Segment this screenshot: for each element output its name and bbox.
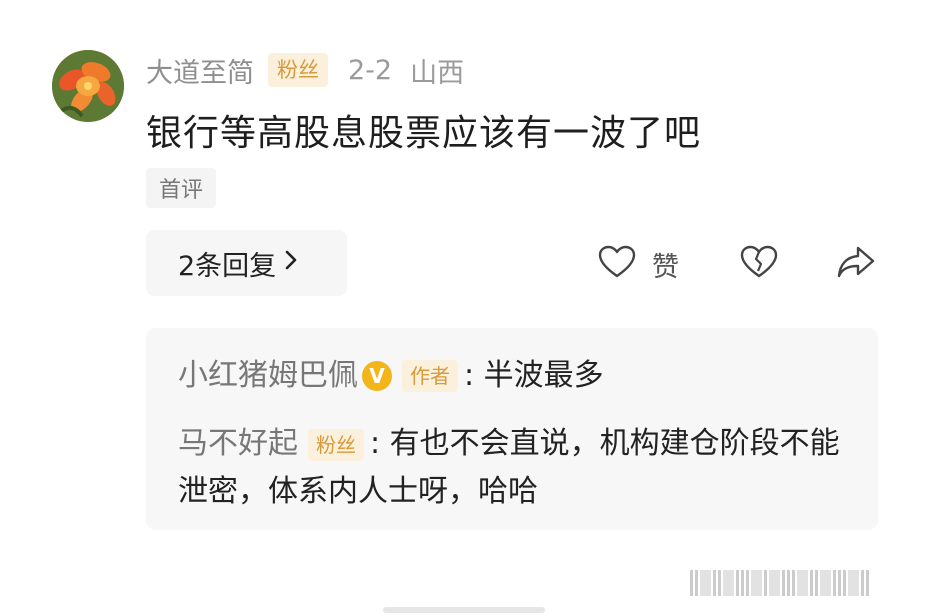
comment-region: 山西	[410, 57, 465, 89]
like-button[interactable]: 赞	[598, 244, 679, 284]
replies-count-label: 2条回复	[178, 250, 277, 282]
share-icon	[836, 245, 876, 283]
comment-text: 银行等高股息股票应该有一波了吧	[146, 113, 702, 154]
view-replies-button[interactable]: 2条回复	[146, 230, 347, 296]
dislike-button[interactable]	[740, 244, 778, 284]
chevron-right-icon	[284, 248, 298, 278]
like-label: 赞	[652, 251, 679, 283]
first-comment-tag: 首评	[146, 168, 216, 208]
reply-item[interactable]: 小红猪姆巴佩 V 作者 : 半波最多	[178, 352, 604, 400]
author-badge: 作者	[402, 360, 458, 392]
verified-badge-icon: V	[362, 361, 392, 391]
reply-text: : 半波最多	[464, 358, 604, 393]
username[interactable]: 大道至简	[146, 51, 254, 90]
broken-heart-icon	[740, 245, 778, 283]
reply-item[interactable]: 马不好起 粉丝: 有也不会直说，机构建仓阶段不能泄密，体系内人士呀，哈哈	[178, 420, 858, 516]
comment-meta: 大道至简 粉丝 2-2 山西	[146, 51, 465, 90]
replies-panel: 小红猪姆巴佩 V 作者 : 半波最多 马不好起 粉丝: 有也不会直说，机构建仓阶段…	[146, 328, 878, 530]
share-button[interactable]	[836, 244, 876, 284]
reply-author[interactable]: 马不好起	[178, 426, 298, 461]
avatar[interactable]	[52, 50, 124, 122]
watermark-bars	[690, 570, 869, 596]
fan-badge: 粉丝	[308, 428, 364, 461]
flower-avatar-image	[52, 50, 124, 122]
comment-date: 2-2	[348, 54, 393, 86]
home-indicator	[383, 607, 545, 613]
reply-author[interactable]: 小红猪姆巴佩	[178, 352, 358, 400]
heart-icon	[598, 245, 636, 283]
fan-badge: 粉丝	[268, 53, 328, 87]
